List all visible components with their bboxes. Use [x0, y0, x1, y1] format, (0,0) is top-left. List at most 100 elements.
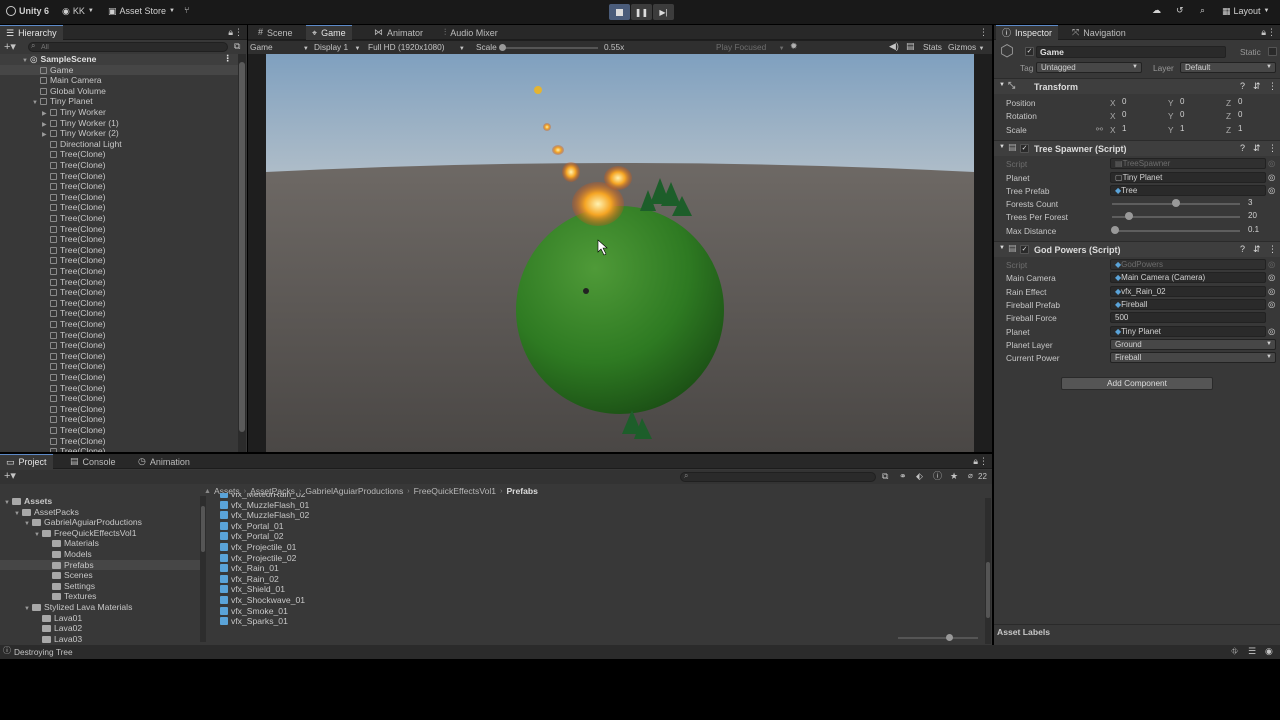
asset-item[interactable]: vfx_MuzzleFlash_02	[220, 510, 520, 521]
settings-gear-icon[interactable]: ✹	[790, 42, 798, 51]
icon-size-slider[interactable]	[898, 634, 978, 641]
transform-y-field[interactable]: 0	[1176, 97, 1222, 108]
asset-item[interactable]: vfx_Smoke_01	[220, 606, 520, 617]
play-focused-dropdown[interactable]: Play Focused ▼	[716, 42, 785, 52]
help-icon[interactable]: ?	[1240, 144, 1245, 153]
static-checkbox[interactable]	[1268, 47, 1277, 56]
asset-item[interactable]: vfx_Sparks_01	[220, 616, 520, 627]
search-by-type-icon[interactable]: ⧉	[882, 472, 888, 481]
transform-x-field[interactable]: 1	[1118, 124, 1164, 135]
kebab-menu-icon[interactable]: ⋮	[1267, 28, 1276, 37]
filter-icon[interactable]: ⧉	[234, 42, 240, 51]
hierarchy-item[interactable]: Tree(Clone)	[0, 436, 238, 447]
hierarchy-item[interactable]: ▶ Tiny Worker (2)	[0, 128, 238, 139]
tag-icon[interactable]: ⬖	[916, 472, 923, 481]
layers-icon[interactable]: ☰	[1248, 647, 1256, 656]
slider-value-field[interactable]: 3	[1244, 198, 1276, 209]
gizmos-dropdown[interactable]: Gizmos ▼	[948, 42, 984, 52]
tab-audio-mixer[interactable]: ⫶ Audio Mixer	[438, 25, 504, 40]
pause-button[interactable]: ❚❚	[631, 4, 652, 20]
folder-item[interactable]: Lava01	[0, 613, 200, 624]
scrollbar-thumb[interactable]	[986, 562, 990, 618]
object-picker-icon[interactable]: ◎	[1268, 326, 1275, 335]
kebab-menu-icon[interactable]: ⋮	[979, 457, 988, 466]
hierarchy-item[interactable]: ▼ Tiny Planet	[0, 96, 238, 107]
hierarchy-item[interactable]: Global Volume	[0, 86, 238, 97]
asset-item[interactable]: vfx_Rain_02	[220, 574, 520, 585]
hierarchy-item[interactable]: Tree(Clone)	[0, 414, 238, 425]
game-viewport[interactable]	[266, 54, 974, 452]
folder-item[interactable]: ▼ Stylized Lava Materials	[0, 602, 200, 613]
transform-y-field[interactable]: 1	[1176, 124, 1222, 135]
component-enabled-checkbox[interactable]: ✓	[1020, 245, 1029, 254]
asset-item[interactable]: vfx_Portal_01	[220, 521, 520, 532]
add-component-button[interactable]: Add Component	[1061, 377, 1213, 390]
transform-y-field[interactable]: 0	[1176, 110, 1222, 121]
tag-dropdown[interactable]: Untagged ▼	[1036, 62, 1142, 73]
account-dropdown[interactable]: ◉ KK ▼	[62, 6, 94, 16]
current-power-field[interactable]: Fireball ▼	[1110, 352, 1276, 364]
transform-x-field[interactable]: 0	[1118, 110, 1164, 121]
folder-item[interactable]: ▼ GabrielAguiarProductions	[0, 517, 200, 528]
hierarchy-item[interactable]: Main Camera	[0, 75, 238, 86]
folder-item[interactable]: Models	[0, 549, 200, 560]
hierarchy-item[interactable]: Tree(Clone)	[0, 160, 238, 171]
asset-item[interactable]: vfx_Rain_01	[220, 563, 520, 574]
hierarchy-item[interactable]: Tree(Clone)	[0, 245, 238, 256]
planet-field[interactable]: ▢ Tiny Planet	[1110, 172, 1266, 183]
hierarchy-item[interactable]: Tree(Clone)	[0, 308, 238, 319]
kebab-menu-icon[interactable]: ⋮	[1268, 82, 1277, 91]
visibility-icon[interactable]: ⌀	[968, 472, 973, 480]
hierarchy-item[interactable]: Tree(Clone)	[0, 192, 238, 203]
tree-prefab-field[interactable]: ◆ Tree	[1110, 185, 1266, 196]
lock-icon[interactable]: 🔒︎	[973, 457, 978, 466]
planet-field[interactable]: ◆ Tiny Planet	[1110, 325, 1266, 337]
stats-toggle-icon[interactable]: ▤	[906, 42, 915, 51]
hierarchy-item[interactable]: Game	[0, 64, 238, 76]
asset-item[interactable]: vfx_Projectile_02	[220, 553, 520, 564]
search-button[interactable]: ⌕	[1200, 6, 1205, 15]
transform-z-field[interactable]: 0	[1234, 110, 1280, 121]
display-dropdown[interactable]: Display 1 ▼	[314, 42, 360, 52]
network-icon[interactable]: ⛗	[1231, 647, 1238, 656]
folder-item[interactable]: Lava02	[0, 623, 200, 634]
hierarchy-item[interactable]: Tree(Clone)	[0, 277, 238, 288]
slider-knob[interactable]	[946, 634, 953, 641]
kebab-menu-icon[interactable]: ⋮	[979, 28, 988, 37]
asset-store-dropdown[interactable]: ▣ Asset Store ▼	[108, 6, 175, 16]
foldout-arrow-icon[interactable]: ▼	[999, 82, 1005, 88]
hierarchy-search-input[interactable]	[28, 42, 228, 52]
layer-dropdown[interactable]: Default ▼	[1180, 62, 1276, 73]
scrollbar-thumb[interactable]	[239, 62, 245, 432]
preset-icon[interactable]: ⇵	[1253, 144, 1261, 153]
hierarchy-item[interactable]: Tree(Clone)	[0, 372, 238, 383]
folder-item[interactable]: Settings	[0, 581, 200, 592]
kebab-menu-icon[interactable]: ⋮	[223, 54, 232, 63]
help-icon[interactable]: ?	[1240, 245, 1245, 254]
tab-game[interactable]: ⌖ Game	[306, 25, 352, 40]
tree-spawner-header[interactable]: ▼ ▤ ✓ Tree Spawner (Script) ? ⇵ ⋮	[994, 140, 1280, 156]
hierarchy-item[interactable]: Tree(Clone)	[0, 234, 238, 245]
kebab-menu-icon[interactable]: ⋮	[234, 28, 243, 37]
notification-icon[interactable]: ◉	[1265, 647, 1273, 656]
object-picker-icon[interactable]: ◎	[1268, 186, 1275, 195]
slider-knob[interactable]	[1124, 212, 1133, 221]
folder-item[interactable]: ▼ FreeQuickEffectsVol1	[0, 528, 200, 539]
component-enabled-checkbox[interactable]: ✓	[1020, 144, 1029, 153]
hierarchy-item[interactable]: Tree(Clone)	[0, 171, 238, 182]
lock-icon[interactable]: 🔒︎	[1261, 28, 1266, 37]
foldout-arrow-icon[interactable]: ▼	[999, 245, 1005, 251]
hierarchy-item[interactable]: Tree(Clone)	[0, 213, 238, 224]
hierarchy-item[interactable]: Tree(Clone)	[0, 330, 238, 341]
tab-inspector[interactable]: ⓘ Inspector	[996, 25, 1059, 40]
history-button[interactable]: ↺	[1176, 6, 1184, 15]
kebab-menu-icon[interactable]: ⋮	[1268, 245, 1277, 254]
tab-hierarchy[interactable]: ☰ Hierarchy	[0, 25, 63, 40]
scrollbar-thumb[interactable]	[201, 506, 205, 552]
hierarchy-item[interactable]: Tree(Clone)	[0, 224, 238, 235]
preset-icon[interactable]: ⇵	[1253, 82, 1261, 91]
hierarchy-item[interactable]: Tree(Clone)	[0, 340, 238, 351]
help-icon[interactable]: ?	[1240, 82, 1245, 91]
hierarchy-item[interactable]: Tree(Clone)	[0, 446, 238, 452]
main-camera-field[interactable]: ◆ Main Camera (Camera)	[1110, 272, 1266, 284]
